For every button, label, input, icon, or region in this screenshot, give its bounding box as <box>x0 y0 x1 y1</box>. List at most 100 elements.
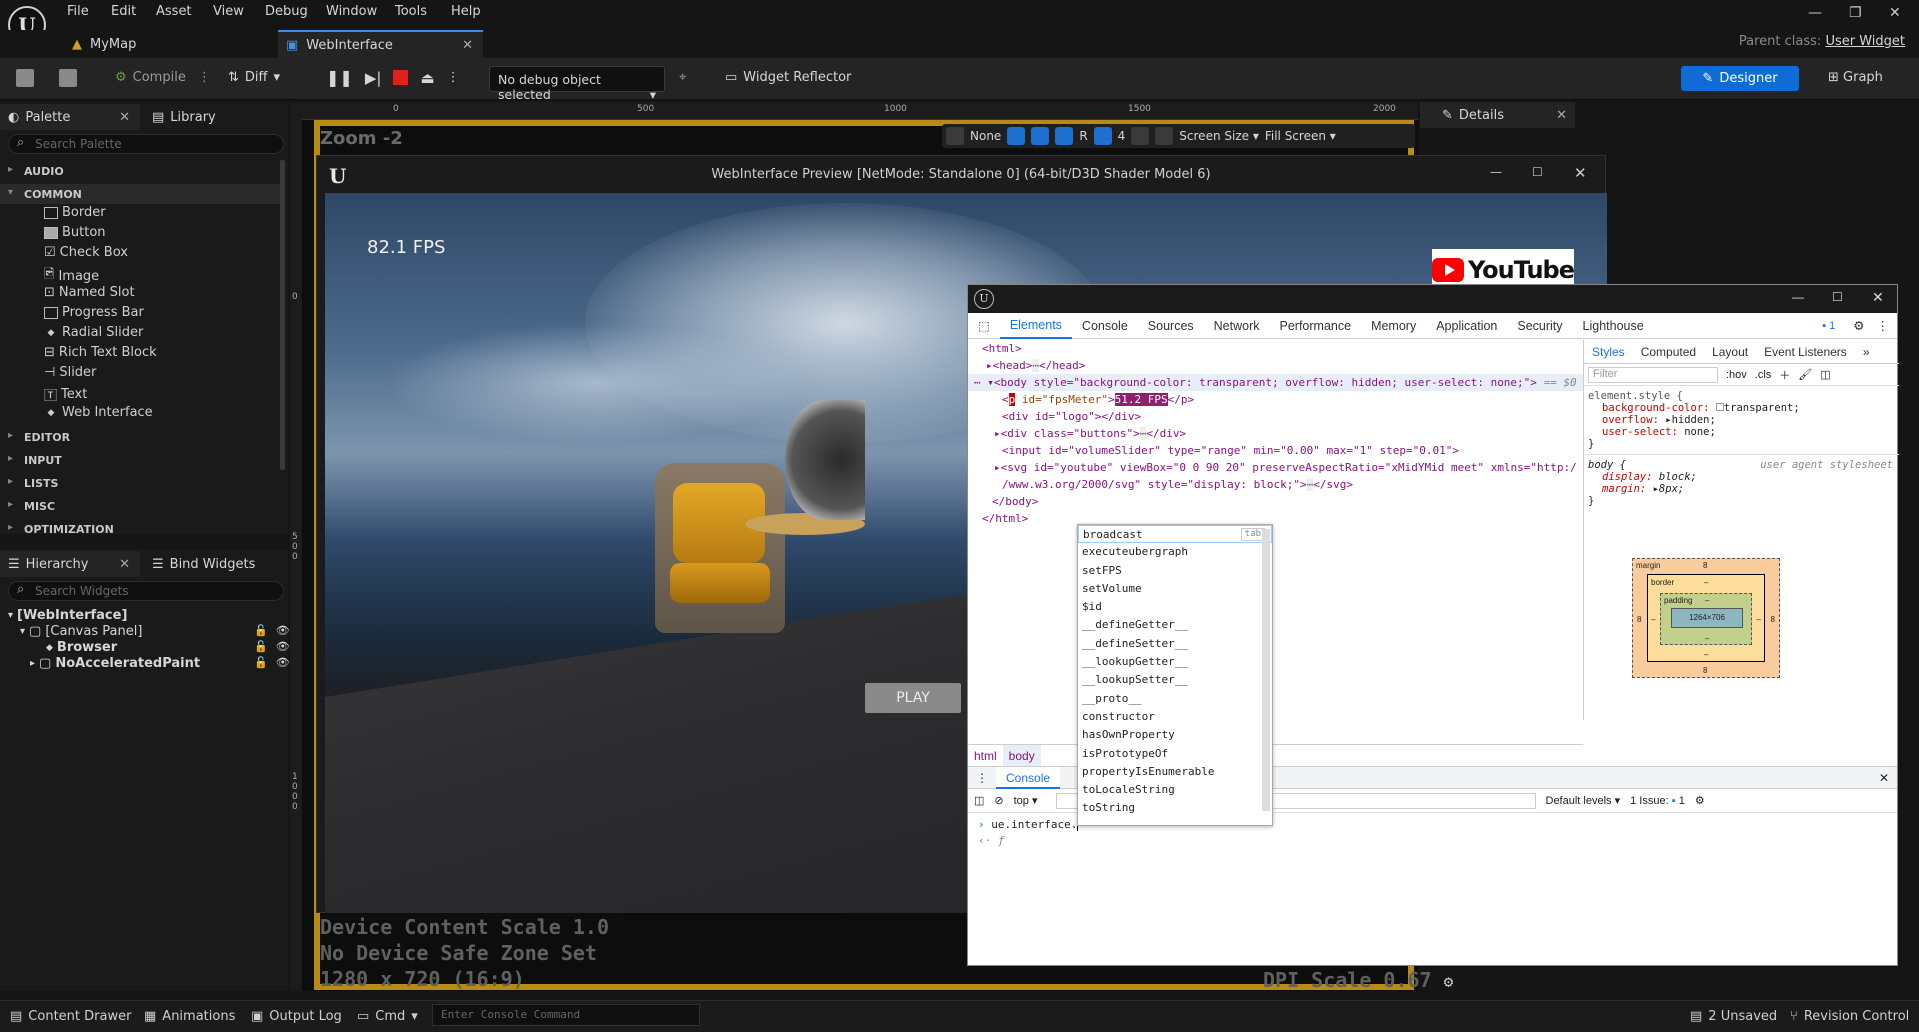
close-drawer-icon[interactable]: ✕ <box>1879 771 1889 785</box>
autocomplete-item[interactable]: broadcast tab <box>1078 525 1272 544</box>
box-model-margin[interactable]: margin 8 8 8 8 border – – – – padding – … <box>1632 558 1780 678</box>
gear-icon[interactable]: ⚙ <box>1444 972 1454 991</box>
category-input[interactable]: INPUT <box>0 450 280 470</box>
minimize-icon[interactable]: — <box>1792 290 1804 304</box>
tab-sources[interactable]: Sources <box>1138 313 1204 339</box>
screen-size-dropdown[interactable]: Screen Size ▾ <box>1179 129 1259 143</box>
eye-icon[interactable]: 👁 <box>276 656 290 669</box>
tab-palette[interactable]: ◐ Palette ✕ <box>0 104 140 130</box>
tab-bind-widgets[interactable]: ☰ Bind Widgets <box>144 551 284 577</box>
paint-icon[interactable]: 🖌 <box>1798 368 1812 381</box>
drawer-menu-icon[interactable]: ⋮ <box>968 771 996 785</box>
autocomplete-item[interactable]: setFPS <box>1078 562 1272 580</box>
palette-item-named-slot[interactable]: ⊡ Named Slot <box>44 285 135 300</box>
console-input-text[interactable]: ue.interface. <box>991 818 1077 831</box>
issues-badge[interactable]: ▪ 1 <box>1822 320 1835 332</box>
select-icon[interactable] <box>1007 127 1026 145</box>
palette-item-rich-text[interactable]: ⊟ Rich Text Block <box>44 345 157 360</box>
lock-icon[interactable]: 🔓 <box>254 624 268 637</box>
palette-item-radial-slider[interactable]: ◆ Radial Slider <box>44 325 144 340</box>
autocomplete-scrollbar[interactable] <box>1262 529 1270 811</box>
close-icon[interactable]: ✕ <box>119 557 130 572</box>
menu-asset[interactable]: Asset <box>156 4 192 19</box>
tab-elements[interactable]: Elements <box>999 313 1072 339</box>
category-audio[interactable]: AUDIO <box>0 161 280 181</box>
dpi-scale-label[interactable]: DPI Scale 0.67 ⚙ <box>1263 968 1453 992</box>
tab-computed[interactable]: Computed <box>1633 345 1704 359</box>
eye-icon[interactable]: 👁 <box>276 624 290 637</box>
dom-node-input[interactable]: <input id="volumeSlider" type="range" mi… <box>968 442 1583 459</box>
eye-icon[interactable]: 👁 <box>276 640 290 653</box>
minimize-icon[interactable]: — <box>1808 5 1822 21</box>
autocomplete-item[interactable]: __lookupGetter__ <box>1078 653 1272 671</box>
settings-icon[interactable]: ⚙ <box>1853 318 1864 333</box>
location-icon[interactable] <box>1131 127 1150 145</box>
autocomplete-item[interactable]: executeubergraph <box>1078 543 1272 561</box>
clear-console-icon[interactable]: ⊘ <box>994 794 1003 807</box>
tab-application[interactable]: Application <box>1426 313 1507 339</box>
close-icon[interactable]: ✕ <box>119 110 130 125</box>
dom-node-p[interactable]: <p id="fpsMeter">51.2 FPS</p> <box>968 391 1583 408</box>
autocomplete-item[interactable]: __defineGetter__ <box>1078 616 1272 634</box>
autocomplete-item[interactable]: toString <box>1078 799 1272 817</box>
restore-icon[interactable]: ❐ <box>1849 5 1862 21</box>
graph-button[interactable]: ⊞ Graph <box>1828 70 1883 85</box>
tab-console-drawer[interactable]: Console <box>996 766 1061 789</box>
diff-button[interactable]: ⇅ Diff ▾ <box>228 70 280 85</box>
dom-node[interactable]: </body> <box>968 493 1583 510</box>
debug-object-select[interactable]: No debug object selected ▾ <box>489 66 665 102</box>
dom-node-logo[interactable]: <div id="logo"></div> <box>968 408 1583 425</box>
palette-search-input[interactable]: Search Palette <box>8 134 284 154</box>
sidebar-icon[interactable]: ◫ <box>1820 368 1830 381</box>
autocomplete-item[interactable]: $id <box>1078 598 1272 616</box>
category-lists[interactable]: LISTS <box>0 473 280 493</box>
devtools-titlebar[interactable]: U — ☐ ✕ <box>968 285 1897 313</box>
palette-item-progress-bar[interactable]: Progress Bar <box>44 305 144 320</box>
menu-view[interactable]: View <box>213 4 244 19</box>
stop-icon[interactable] <box>393 70 409 85</box>
dom-node[interactable]: <html> <box>968 340 1583 357</box>
autocomplete-item[interactable]: toLocaleString <box>1078 781 1272 799</box>
details-tab[interactable]: ✎ Details ✕ <box>1420 102 1575 128</box>
browse-icon[interactable] <box>59 69 77 87</box>
settings-icon[interactable]: ⚙ <box>1695 794 1705 807</box>
autocomplete-item[interactable]: setVolume <box>1078 580 1272 598</box>
grid-value[interactable]: 4 <box>1118 129 1126 143</box>
tree-item-browser[interactable]: ◆ Browser <box>46 640 117 655</box>
tab-memory[interactable]: Memory <box>1361 313 1426 339</box>
close-icon[interactable]: ✕ <box>1889 5 1901 21</box>
tab-close-icon[interactable]: ✕ <box>462 38 473 53</box>
issues-link[interactable]: 1 Issue: ▪ 1 <box>1630 795 1685 807</box>
autocomplete-item[interactable]: constructor <box>1078 708 1272 726</box>
more-tabs-icon[interactable]: » <box>1855 345 1878 359</box>
palette-item-checkbox[interactable]: ☑ Check Box <box>44 245 128 260</box>
tab-network[interactable]: Network <box>1204 313 1270 339</box>
designer-button[interactable]: ✎ Designer <box>1681 66 1799 91</box>
more-options-icon[interactable]: ⋮ <box>1877 318 1890 333</box>
inspect-icon[interactable]: ⬚ <box>968 313 1000 339</box>
lock-icon[interactable]: 🔓 <box>254 656 268 669</box>
dom-node-body[interactable]: ⋯ ▾<body style="background-color: transp… <box>968 374 1583 391</box>
autocomplete-item[interactable]: __lookupSetter__ <box>1078 671 1272 689</box>
fill-screen-dropdown[interactable]: Fill Screen ▾ <box>1265 129 1336 143</box>
maximize-icon[interactable]: ☐ <box>1532 165 1543 179</box>
pause-icon[interactable]: ❚❚ <box>326 68 353 87</box>
cmd-dropdown[interactable]: ▭ Cmd ▾ <box>357 1009 418 1024</box>
autocomplete-item[interactable]: __defineSetter__ <box>1078 635 1272 653</box>
category-common[interactable]: COMMON <box>0 184 280 204</box>
find-debug-icon[interactable]: ⌖ <box>679 70 686 85</box>
unsaved-button[interactable]: ▤ 2 Unsaved <box>1690 1009 1777 1024</box>
levels-select[interactable]: Default levels ▾ <box>1546 794 1621 807</box>
revision-control-button[interactable]: ⑂ Revision Control <box>1790 1009 1909 1024</box>
compile-button[interactable]: ⚙ Compile ⋮ <box>115 70 211 85</box>
autocomplete-item[interactable]: isPrototypeOf <box>1078 745 1272 763</box>
element-style-rule[interactable]: element.style { background-color: transp… <box>1584 386 1899 454</box>
palette-item-text[interactable]: 🅃 Text <box>44 385 87 404</box>
globe-icon[interactable] <box>946 127 964 145</box>
autocomplete-item[interactable]: __proto__ <box>1078 690 1272 708</box>
content-drawer-button[interactable]: ▤ Content Drawer <box>10 1009 131 1024</box>
category-editor[interactable]: EDITOR <box>0 427 280 447</box>
palette-item-web-interface[interactable]: ◆ Web Interface <box>44 405 153 420</box>
context-select[interactable]: top ▾ <box>1014 794 1038 807</box>
palette-item-slider[interactable]: ⊣ Slider <box>44 365 96 380</box>
